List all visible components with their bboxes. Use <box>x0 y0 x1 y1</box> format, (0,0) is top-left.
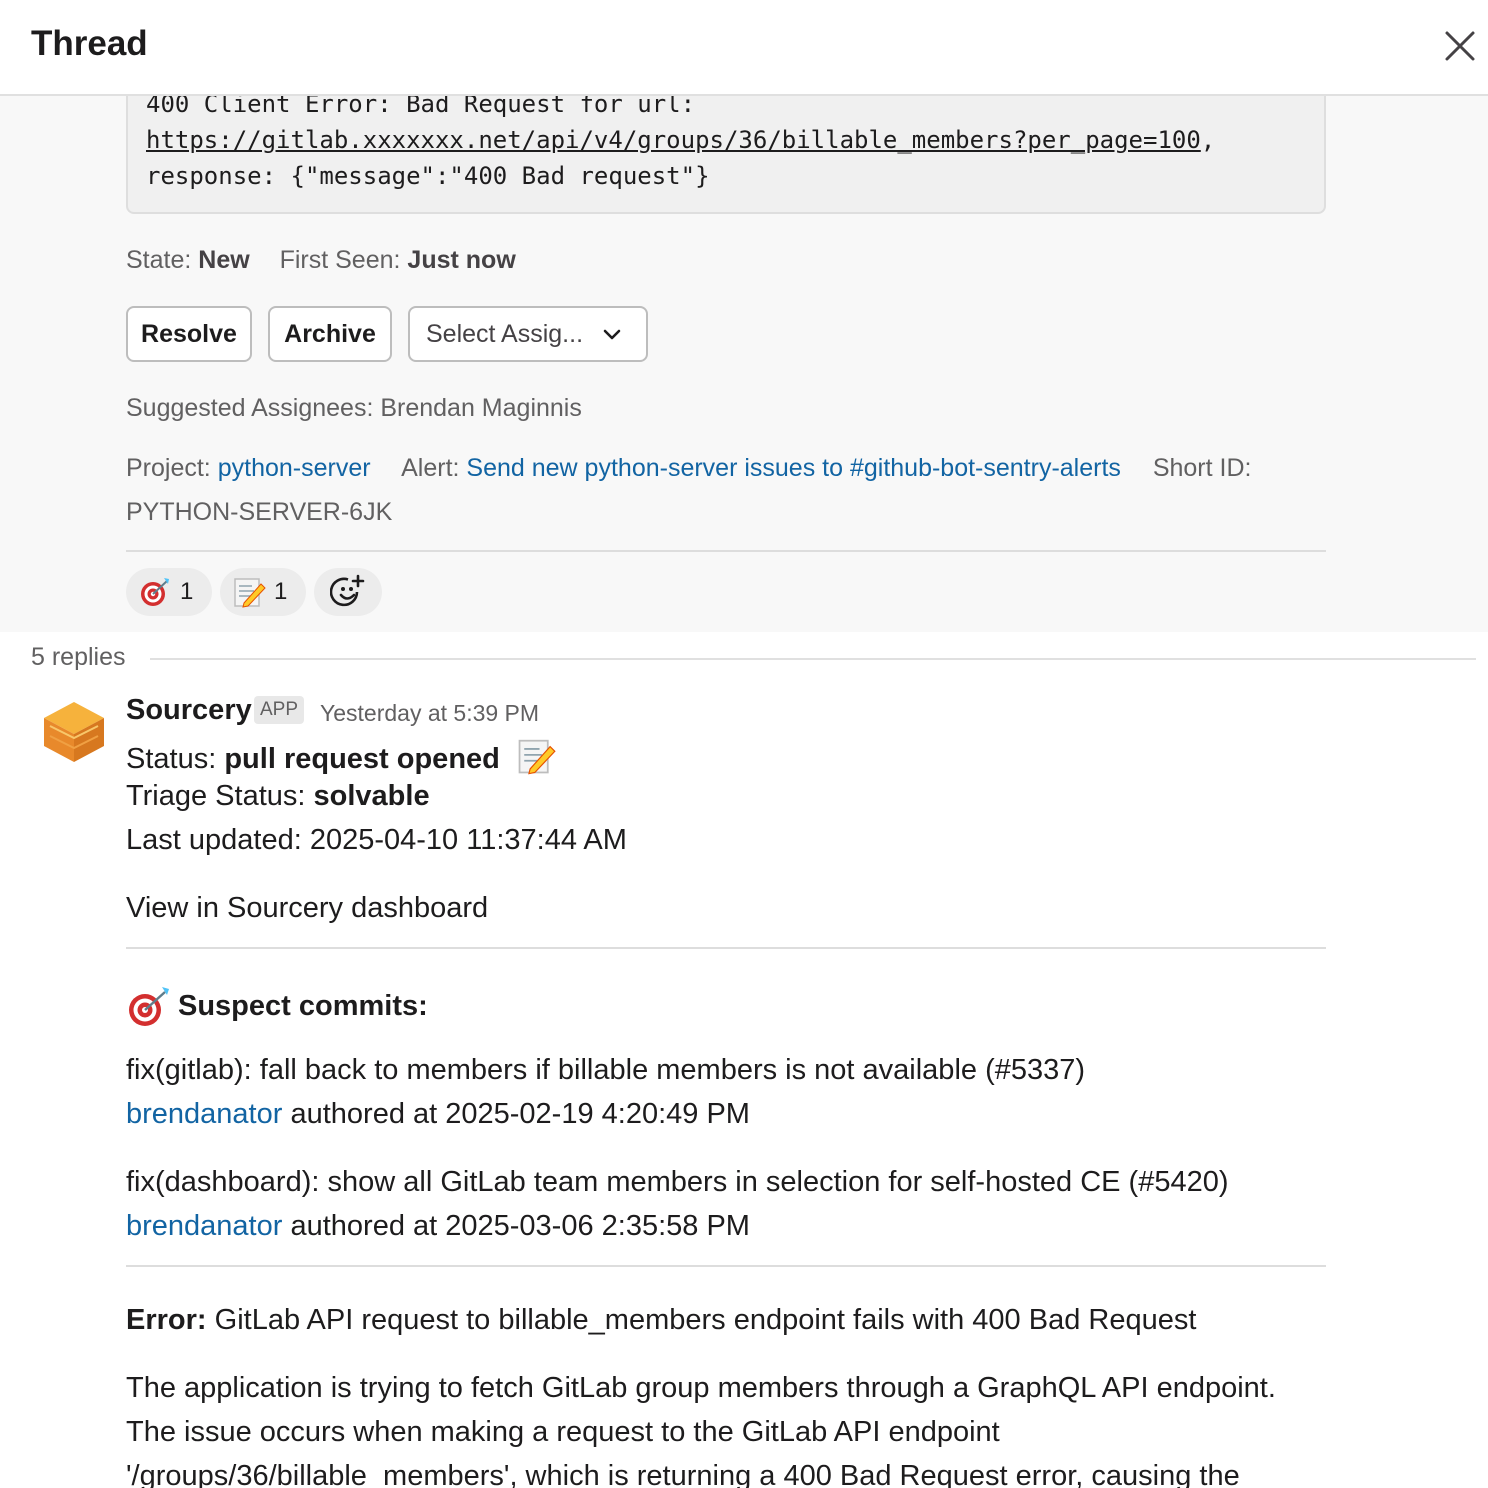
project-line: Project: python-server Alert: Send new p… <box>126 454 1251 483</box>
reaction-memo[interactable]: 1 <box>220 568 306 616</box>
code-url-suffix: , <box>1200 126 1216 154</box>
commit-author-link[interactable]: brendanator <box>126 1210 282 1242</box>
target-dart-icon <box>129 987 169 1026</box>
code-line-2: https://gitlab.xxxxxxx.net/api/v4/groups… <box>146 122 1215 158</box>
divider <box>126 1265 1326 1267</box>
triage-label: Triage Status: <box>126 780 306 812</box>
close-icon[interactable] <box>1438 24 1482 68</box>
resolve-button[interactable]: Resolve <box>126 306 252 362</box>
divider <box>126 947 1326 949</box>
commit-author-line-2: brendanator authored at 2025-03-06 2:35:… <box>126 1210 750 1243</box>
description-line-1: The application is trying to fetch GitLa… <box>126 1372 1276 1404</box>
memo-pencil-icon <box>518 739 556 775</box>
commit-link-2[interactable]: fix(dashboard): show all GitLab team mem… <box>126 1166 1229 1199</box>
triage-line: Triage Status: solvable <box>126 780 430 813</box>
select-assignee-dropdown[interactable]: Select Assig... <box>408 306 648 362</box>
dashboard-link[interactable]: View in Sourcery dashboard <box>126 892 488 925</box>
state-label: State: <box>126 246 192 274</box>
reaction-count: 1 <box>180 578 194 605</box>
replies-count: 5 replies <box>31 643 126 671</box>
commit-link-1[interactable]: fix(gitlab): fall back to members if bil… <box>126 1054 1085 1087</box>
project-link[interactable]: python-server <box>218 454 371 482</box>
code-line-3: response: {"message":"400 Bad request"} <box>146 162 710 190</box>
status-label: Status: <box>126 743 217 775</box>
thread-header: Thread <box>0 0 1488 96</box>
suggested-assignees: Suggested Assignees: Brendan Maginnis <box>126 394 582 422</box>
divider <box>126 550 1326 552</box>
target-dart-icon <box>141 578 169 606</box>
app-badge: APP <box>254 696 305 724</box>
suspect-commits-title: Suspect commits: <box>178 989 428 1022</box>
first-seen-label: First Seen: <box>279 246 401 274</box>
description-line-3: '/groups/36/billable_members', which is … <box>126 1460 1240 1488</box>
commit-authored-at: authored at 2025-02-19 4:20:49 PM <box>290 1098 750 1130</box>
archive-button[interactable]: Archive <box>268 306 392 362</box>
alert-link[interactable]: Send new python-server issues to #github… <box>466 454 1121 482</box>
code-url-link[interactable]: https://gitlab.xxxxxxx.net/api/v4/groups… <box>146 126 1201 154</box>
add-reaction-button[interactable] <box>314 568 382 616</box>
replies-divider <box>150 658 1476 660</box>
error-line: Error: GitLab API request to billable_me… <box>126 1304 1196 1337</box>
alert-label: Alert: <box>401 454 460 482</box>
state-line: State: New First Seen: Just now <box>126 246 516 275</box>
avatar <box>44 702 104 762</box>
suspect-commits-heading: Suspect commits: <box>126 984 428 1028</box>
reaction-target[interactable]: 1 <box>126 568 212 616</box>
short-id-label: Short ID: <box>1152 454 1252 482</box>
status-value: pull request opened <box>224 743 500 775</box>
commit-author-line-1: brendanator authored at 2025-02-19 4:20:… <box>126 1098 750 1131</box>
commit-authored-at: authored at 2025-03-06 2:35:58 PM <box>290 1210 750 1242</box>
message-author[interactable]: Sourcery <box>126 694 252 727</box>
error-label: Error: <box>126 1304 207 1336</box>
parent-message: 400 Client Error: Bad Request for url: h… <box>0 90 1488 632</box>
project-label: Project: <box>126 454 211 482</box>
code-block: 400 Client Error: Bad Request for url: h… <box>126 90 1326 214</box>
error-text: GitLab API request to billable_members e… <box>214 1304 1197 1336</box>
short-id-value: PYTHON-SERVER-6JK <box>126 498 393 526</box>
chevron-down-icon <box>603 329 621 340</box>
commit-author-link[interactable]: brendanator <box>126 1098 282 1130</box>
thread-title: Thread <box>31 24 148 63</box>
description-line-2: The issue occurs when making a request t… <box>126 1416 1000 1448</box>
select-assignee-label: Select Assig... <box>426 319 584 348</box>
status-line: Status: pull request opened <box>126 736 556 776</box>
reaction-count: 1 <box>274 578 288 605</box>
last-updated: Last updated: 2025-04-10 11:37:44 AM <box>126 824 627 856</box>
message-timestamp[interactable]: Yesterday at 5:39 PM <box>320 700 539 727</box>
state-value: New <box>198 246 250 274</box>
memo-pencil-icon <box>234 578 266 608</box>
triage-value: solvable <box>313 780 430 812</box>
first-seen-value: Just now <box>407 246 516 274</box>
add-emoji-icon <box>330 574 365 607</box>
